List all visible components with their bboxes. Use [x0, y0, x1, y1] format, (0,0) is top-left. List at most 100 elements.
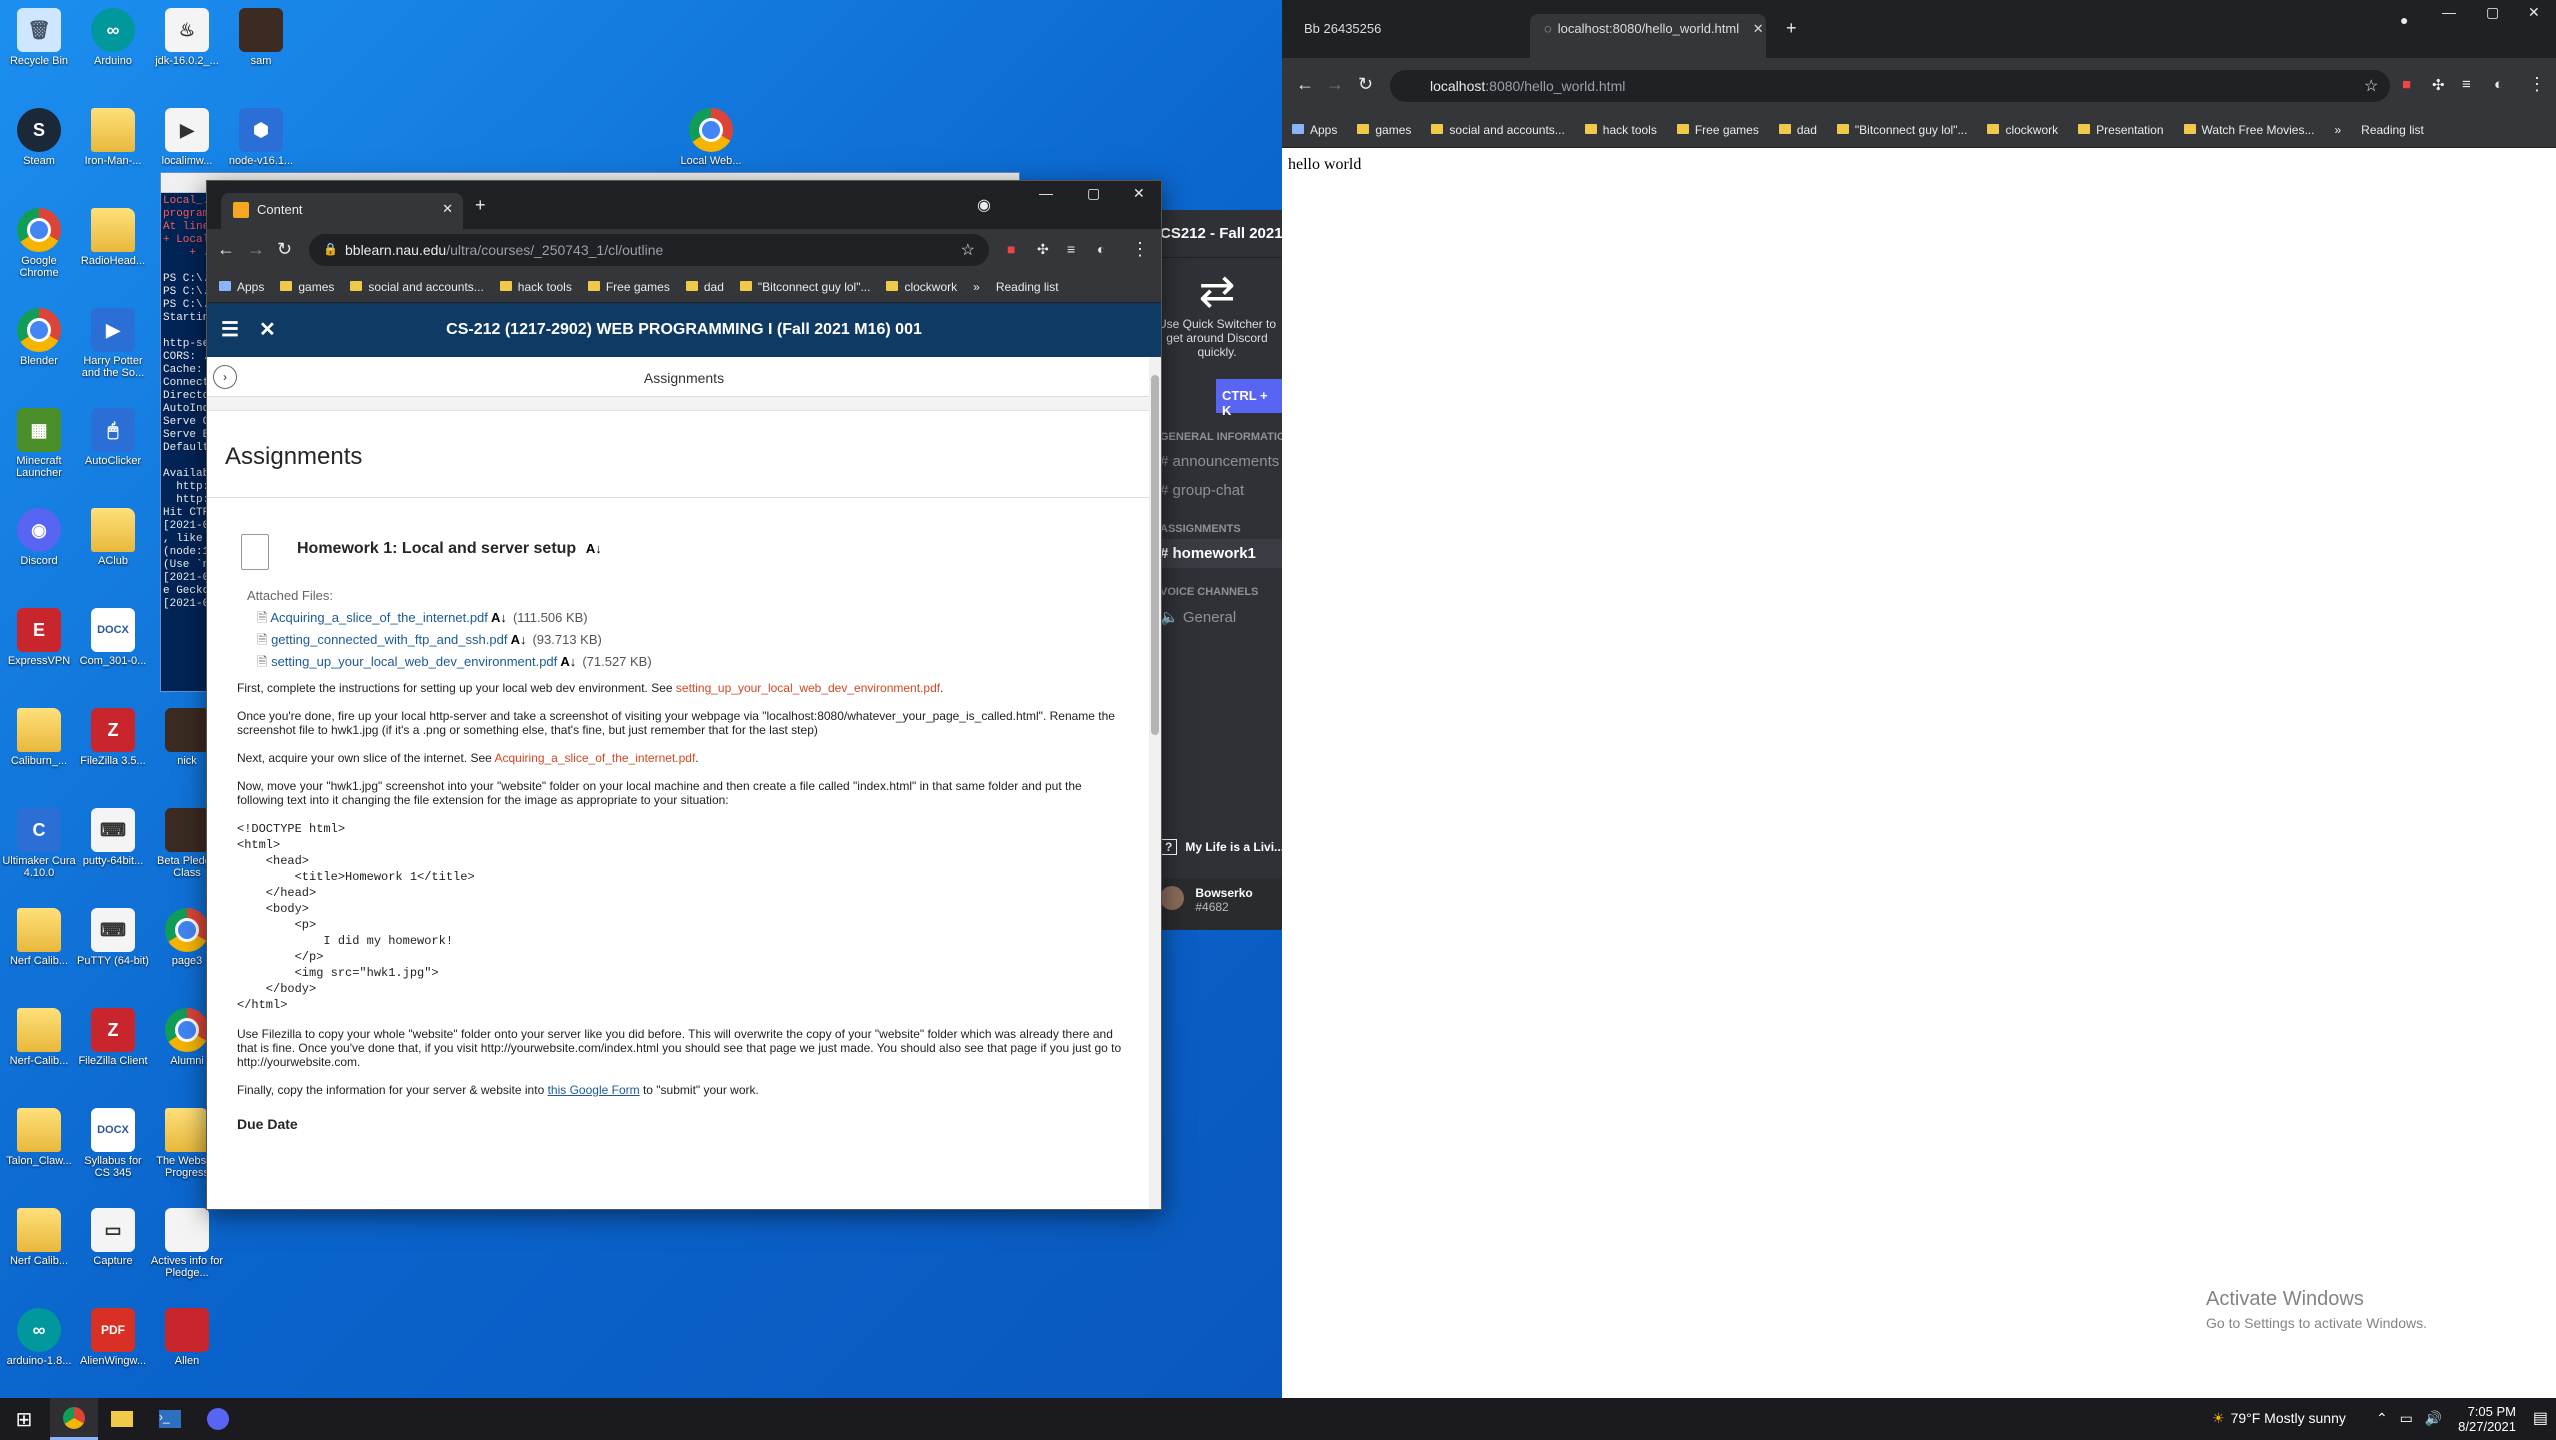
close-icon[interactable]: ✕: [442, 201, 453, 217]
weather-widget[interactable]: ☀ 79°F Mostly sunny: [2212, 1410, 2346, 1427]
scrollbar[interactable]: [1149, 357, 1161, 1209]
desktop-icon[interactable]: ▶ localimw...: [150, 108, 224, 167]
right-browser-window[interactable]: Bb 26435256 ✕ ◌ localhost:8080/hello_worl…: [1282, 0, 2556, 1398]
channel-item[interactable]: # group-chat: [1150, 476, 1284, 505]
desktop-icon[interactable]: DOCX Syllabus for CS 345: [76, 1108, 150, 1179]
channel-item[interactable]: # announcements: [1150, 447, 1284, 476]
file-link[interactable]: setting_up_your_local_web_dev_environmen…: [271, 654, 557, 669]
desktop-icon[interactable]: ▭ Capture: [76, 1208, 150, 1267]
bookmark-item[interactable]: Watch Free Movies...: [2183, 123, 2314, 137]
bookmark-item[interactable]: clockwork: [1987, 123, 2058, 137]
bookmark-item[interactable]: clockwork: [886, 280, 957, 294]
close-icon[interactable]: ✕: [1753, 21, 1764, 36]
close-window-icon[interactable]: ✕: [1133, 185, 1145, 202]
extension-icon[interactable]: ■: [2402, 76, 2411, 93]
channel-category[interactable]: ASSIGNMENTS: [1150, 505, 1284, 539]
tab-hello-world[interactable]: ◌ localhost:8080/hello_world.html ✕: [1530, 14, 1766, 58]
desktop-icon[interactable]: ⌨ putty-64bit...: [76, 808, 150, 867]
homework-title[interactable]: Homework 1: Local and server setup: [297, 540, 576, 557]
bookmark-item[interactable]: games: [1357, 123, 1411, 137]
expand-icon[interactable]: ›: [213, 365, 237, 389]
forward-icon[interactable]: →: [1326, 74, 1344, 95]
desktop-icon[interactable]: C Ultimaker Cura 4.10.0: [2, 808, 76, 879]
chevron-up-icon[interactable]: ⌃: [2376, 1410, 2388, 1426]
desktop-icon[interactable]: Blender: [2, 308, 76, 367]
puzzle-icon[interactable]: ✣: [2432, 76, 2445, 94]
taskbar-file-explorer[interactable]: [98, 1398, 146, 1440]
discord-window[interactable]: CS212 - Fall 2021 ⇄ Use Quick Switcher t…: [1150, 210, 1284, 930]
extension-icon[interactable]: ■: [1007, 241, 1015, 257]
minimize-icon[interactable]: —: [1039, 185, 1053, 201]
file-link[interactable]: Acquiring_a_slice_of_the_internet.pdf: [270, 610, 488, 625]
close-window-icon[interactable]: ✕: [2528, 4, 2540, 21]
desktop-icon[interactable]: Allen: [150, 1308, 224, 1367]
desktop-icon[interactable]: ◉ Discord: [2, 508, 76, 567]
desktop-icon[interactable]: ▶ Harry Potter and the So...: [76, 308, 150, 379]
desktop-icon[interactable]: Google Chrome: [2, 208, 76, 279]
desktop-icon[interactable]: S Steam: [2, 108, 76, 167]
address-bar[interactable]: 🔒 bblearn.nau.edu/ultra/courses/_250743_…: [309, 234, 989, 266]
bookmark-star-icon[interactable]: ☆: [2364, 76, 2378, 96]
minimize-icon[interactable]: —: [2442, 4, 2456, 20]
taskbar-discord[interactable]: [194, 1398, 242, 1440]
reload-icon[interactable]: ↻: [277, 239, 292, 260]
bookmark-item[interactable]: social and accounts...: [350, 280, 484, 294]
ally-icon[interactable]: A↓: [586, 541, 602, 556]
avatar[interactable]: ◐: [1097, 241, 1105, 257]
volume-icon[interactable]: 🔊: [2425, 1410, 2442, 1426]
bookmarks-overflow-icon[interactable]: »: [973, 280, 980, 294]
taskbar-powershell[interactable]: ›_: [146, 1398, 194, 1440]
reading-list-button[interactable]: Reading list: [2361, 123, 2424, 137]
ally-icon[interactable]: A↓: [507, 632, 527, 647]
bookmark-star-icon[interactable]: ☆: [961, 240, 975, 260]
bookmark-item[interactable]: Free games: [587, 280, 670, 294]
desktop-icon[interactable]: Caliburn_...: [2, 708, 76, 767]
puzzle-icon[interactable]: ✣: [1037, 241, 1049, 258]
desktop-icon[interactable]: Nerf Calib...: [2, 908, 76, 967]
bookmark-item[interactable]: "Bitconnect guy lol"...: [739, 280, 870, 294]
notification-icon[interactable]: ▤: [2533, 1408, 2548, 1428]
desktop-icon[interactable]: ∞ Arduino: [76, 8, 150, 67]
desktop-icon[interactable]: Local Web...: [674, 108, 748, 167]
start-button[interactable]: ⊞: [0, 1398, 48, 1440]
forward-icon[interactable]: →: [247, 239, 265, 260]
desktop-icon[interactable]: DOCX Com_301-0...: [76, 608, 150, 667]
desktop-icon[interactable]: Actives info for Pledge...: [150, 1208, 224, 1279]
media-icon[interactable]: ≡: [2462, 76, 2471, 93]
network-icon[interactable]: ▭: [2400, 1410, 2413, 1426]
desktop-icon[interactable]: AClub: [76, 508, 150, 567]
bookmark-item[interactable]: social and accounts...: [1431, 123, 1565, 137]
scrollbar-thumb[interactable]: [1151, 375, 1159, 735]
tab-content[interactable]: Content ✕: [221, 193, 463, 229]
desktop-icon[interactable]: ⌨ PuTTY (64-bit): [76, 908, 150, 967]
discord-server-name[interactable]: CS212 - Fall 2021: [1150, 210, 1284, 258]
bookmark-item[interactable]: dad: [1778, 123, 1817, 137]
desktop-icon[interactable]: Talon_Claw...: [2, 1108, 76, 1167]
desktop-icon[interactable]: Nerf Calib...: [2, 1208, 76, 1267]
bookmark-item[interactable]: hack tools: [499, 280, 572, 294]
reload-icon[interactable]: ↻: [1358, 74, 1373, 95]
desktop-icon[interactable]: Z FileZilla Client: [76, 1008, 150, 1067]
reading-list-button[interactable]: Reading list: [996, 280, 1059, 294]
channel-category[interactable]: VOICE CHANNELS: [1150, 568, 1284, 602]
google-form-link[interactable]: this Google Form: [548, 1083, 640, 1097]
ally-icon[interactable]: A↓: [557, 654, 576, 669]
avatar[interactable]: ◐: [2494, 76, 2503, 93]
media-icon[interactable]: ≡: [1067, 241, 1075, 257]
channel-item[interactable]: 🔈 General: [1150, 602, 1284, 632]
bookmark-item[interactable]: "Bitconnect guy lol"...: [1836, 123, 1967, 137]
desktop-icon[interactable]: RadioHead...: [76, 208, 150, 267]
maximize-icon[interactable]: ▢: [1087, 185, 1100, 202]
clock[interactable]: 7:05 PM 8/27/2021: [2458, 1404, 2516, 1434]
bookmark-item[interactable]: Presentation: [2078, 123, 2164, 137]
acquire-pdf-link[interactable]: Acquiring_a_slice_of_the_internet.pdf: [494, 751, 695, 765]
profile-icon[interactable]: ◉: [977, 195, 991, 215]
desktop-icon[interactable]: ⬢ node-v16.1...: [224, 108, 298, 167]
desktop-icon[interactable]: E ExpressVPN: [2, 608, 76, 667]
back-icon[interactable]: ←: [1296, 74, 1314, 95]
bookmarks-overflow-icon[interactable]: »: [2334, 123, 2341, 137]
tab-bb[interactable]: Bb 26435256 ✕: [1290, 14, 1570, 44]
close-icon[interactable]: ✕: [259, 317, 276, 342]
desktop-icon[interactable]: ▦ Minecraft Launcher: [2, 408, 76, 479]
bookmark-item[interactable]: Apps: [1292, 123, 1337, 137]
